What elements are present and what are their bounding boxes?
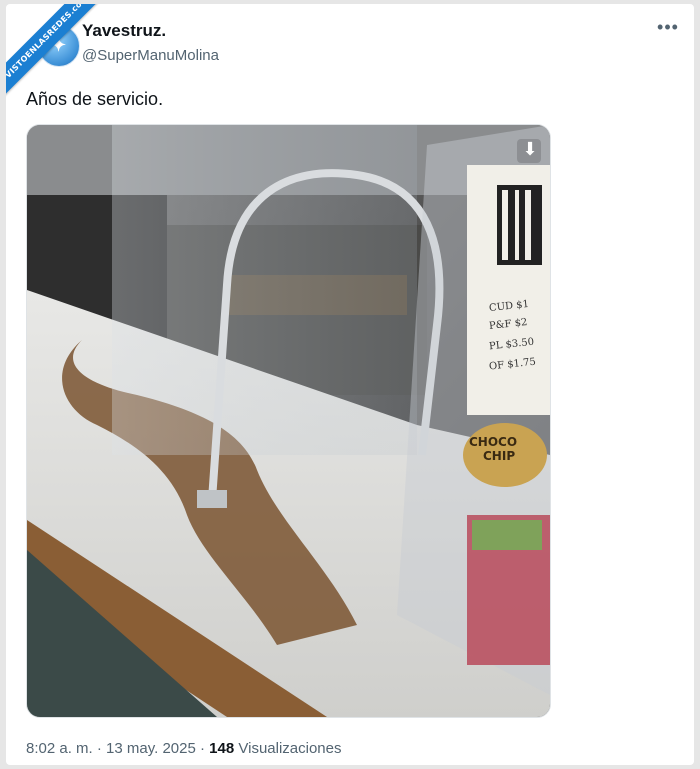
- display-name[interactable]: Yavestruz.: [82, 21, 166, 41]
- tweet-card: ✦ VISTOENLASREDES.com Yavestruz. @SuperM…: [6, 4, 694, 765]
- photo-tag-chip: CHIP: [483, 449, 516, 463]
- more-options-button[interactable]: •••: [654, 18, 682, 42]
- separator: ·: [200, 740, 205, 757]
- download-arrow-icon[interactable]: ⬇: [520, 140, 540, 160]
- user-handle[interactable]: @SuperManuMolina: [82, 47, 219, 64]
- tweet-date[interactable]: 13 may. 2025: [106, 740, 196, 757]
- views-label: Visualizaciones: [238, 740, 342, 757]
- photo-tag-choco: CHOCO: [469, 435, 518, 449]
- tweet-time[interactable]: 8:02 a. m.: [26, 740, 93, 757]
- photo-illustration: [27, 125, 550, 717]
- more-horizontal-icon: •••: [657, 17, 679, 37]
- views-count: 148: [209, 740, 235, 757]
- tweet-text: Años de servicio.: [26, 89, 164, 109]
- tweet-photo[interactable]: CHOCO CHIP CUD $1 P&F $2 PL $3.50 OF $1.…: [26, 124, 551, 718]
- tweet-metadata: 8:02 a. m. · 13 may. 2025 · 148 Visualiz…: [26, 740, 342, 757]
- separator: ·: [96, 740, 102, 757]
